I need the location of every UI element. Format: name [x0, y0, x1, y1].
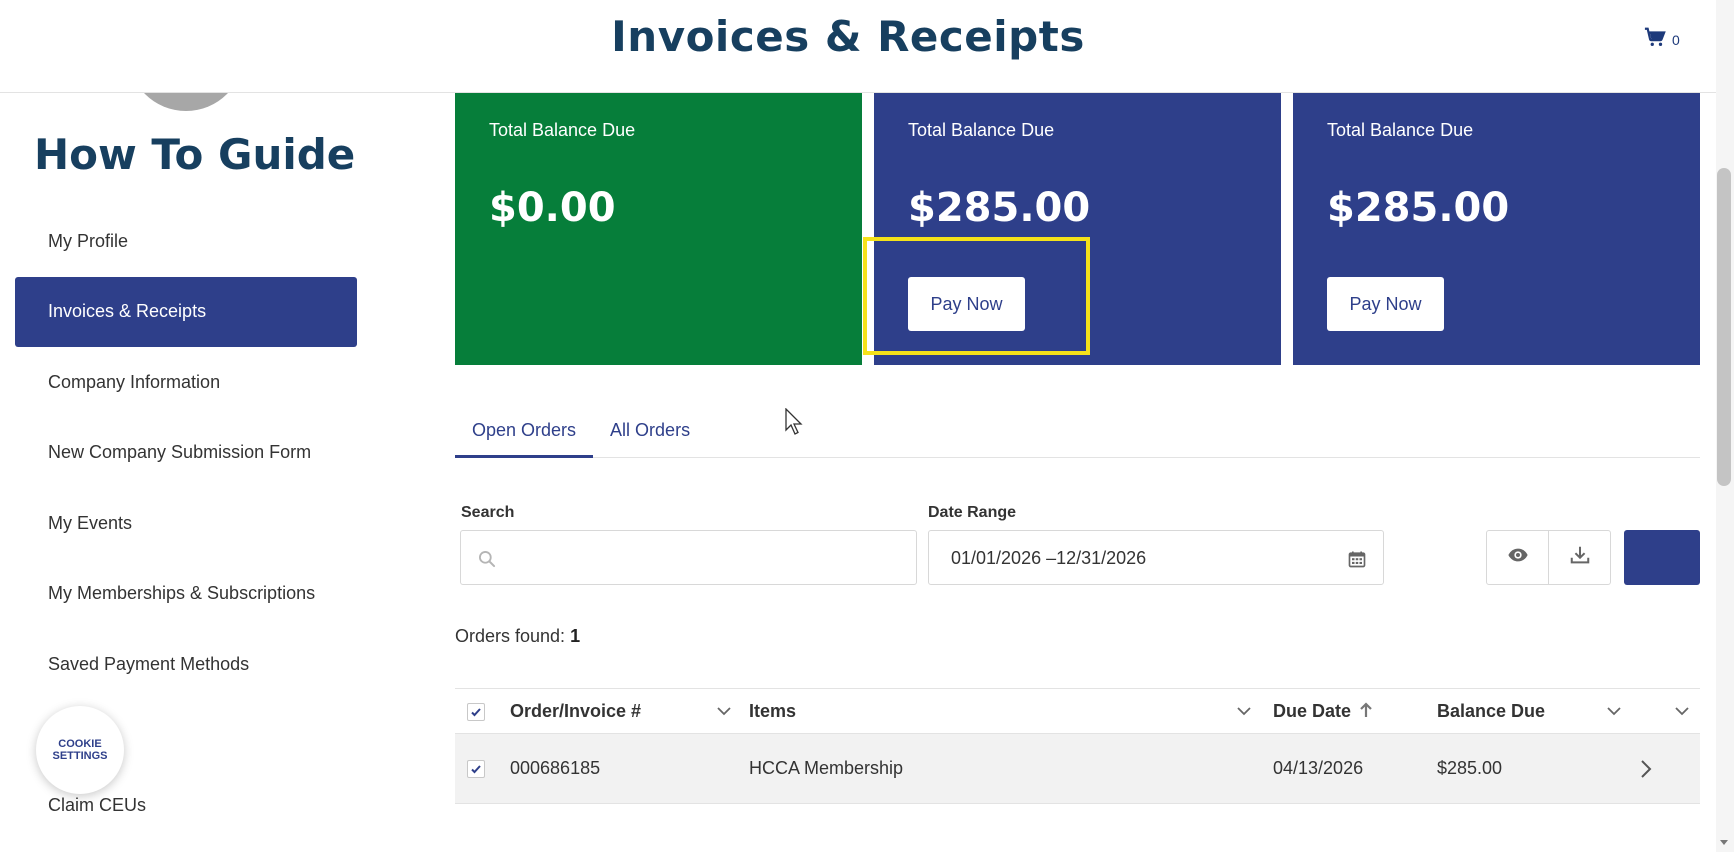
card-label: Total Balance Due	[489, 120, 636, 140]
scrollbar-thumb[interactable]	[1717, 168, 1731, 486]
sidebar-item-my-events[interactable]: My Events	[15, 488, 357, 559]
sidebar-item-my-profile[interactable]: My Profile	[15, 206, 357, 277]
check-icon	[471, 765, 481, 774]
sidebar-item-memberships-subscriptions[interactable]: My Memberships & Subscriptions	[15, 559, 357, 630]
sidebar-item-saved-payment-methods[interactable]: Saved Payment Methods	[15, 629, 357, 700]
orders-table: Order/Invoice # Items Due Date Balance D…	[455, 688, 1700, 804]
scroll-down-arrow-icon[interactable]	[1718, 836, 1730, 848]
cart-button[interactable]: 0	[1644, 26, 1680, 53]
date-range-field[interactable]: 01/01/2026 –12/31/2026	[928, 530, 1384, 585]
column-header-items[interactable]: Items	[749, 701, 796, 722]
row-checkbox[interactable]	[467, 760, 485, 778]
search-field[interactable]	[460, 530, 917, 585]
sidebar-item-invoices-receipts[interactable]: Invoices & Receipts	[15, 276, 357, 347]
pay-now-button[interactable]: Pay Now	[908, 277, 1025, 331]
chevron-down-icon[interactable]	[1673, 702, 1691, 720]
download-icon	[1569, 544, 1591, 571]
sidebar-item-new-company-submission-form[interactable]: New Company Submission Form	[15, 418, 357, 489]
check-icon	[471, 708, 481, 717]
cart-icon	[1644, 26, 1666, 53]
orders-found-label: Orders found:	[455, 626, 566, 646]
card-amount: $285.00	[908, 185, 1091, 231]
apply-button[interactable]	[1624, 530, 1700, 585]
chevron-down-icon[interactable]	[1605, 702, 1623, 720]
order-balance: $285.00	[1437, 758, 1503, 778]
table-header: Order/Invoice # Items Due Date Balance D…	[455, 688, 1700, 734]
sort-ascending-icon[interactable]	[1357, 701, 1375, 719]
view-button[interactable]	[1486, 530, 1549, 585]
page: Invoices & Receipts 0 How To Guide My Pr…	[0, 0, 1734, 852]
orders-found-count: 1	[570, 626, 581, 646]
column-header-balance-due[interactable]: Balance Due	[1437, 701, 1545, 722]
sidebar-item-company-information[interactable]: Company Information	[15, 347, 357, 418]
tab-open-orders[interactable]: Open Orders	[455, 406, 594, 458]
column-header-order[interactable]: Order/Invoice #	[510, 701, 641, 722]
cart-count: 0	[1672, 31, 1680, 48]
search-input[interactable]	[509, 531, 909, 584]
top-header: Invoices & Receipts 0	[0, 0, 1716, 93]
balance-card-3: Total Balance Due $285.00 Pay Now	[1293, 93, 1700, 365]
balance-card-1: Total Balance Due $0.00	[455, 93, 862, 365]
order-number: 000686185	[510, 758, 601, 778]
card-label: Total Balance Due	[908, 120, 1055, 140]
card-amount: $0.00	[489, 185, 616, 231]
orders-found: Orders found: 1	[455, 626, 580, 647]
date-range-value: 01/01/2026 –12/31/2026	[951, 548, 1147, 568]
cookie-settings-button[interactable]: COOKIE SETTINGS	[36, 706, 124, 794]
pay-now-button[interactable]: Pay Now	[1327, 277, 1444, 331]
column-header-due-date[interactable]: Due Date	[1273, 701, 1351, 722]
chevron-down-icon[interactable]	[1235, 702, 1253, 720]
page-title: Invoices & Receipts	[611, 12, 1085, 61]
card-label: Total Balance Due	[1327, 120, 1474, 140]
sidebar-title: How To Guide	[34, 130, 356, 179]
order-items: HCCA Membership	[749, 758, 904, 778]
balance-card-2: Total Balance Due $285.00 Pay Now	[874, 93, 1281, 365]
order-tabs: Open Orders All Orders	[455, 406, 1700, 458]
chevron-down-icon[interactable]	[715, 702, 733, 720]
search-label: Search	[461, 504, 515, 521]
eye-icon	[1507, 544, 1529, 571]
table-row[interactable]: 000686185 HCCA Membership 04/13/2026 $28…	[455, 734, 1700, 804]
card-amount: $285.00	[1327, 185, 1510, 231]
select-all-checkbox[interactable]	[467, 703, 485, 721]
download-button[interactable]	[1548, 530, 1611, 585]
chevron-right-icon[interactable]	[1635, 758, 1657, 780]
order-due-date: 04/13/2026	[1273, 758, 1364, 778]
date-range-label: Date Range	[928, 504, 1017, 521]
tab-all-orders[interactable]: All Orders	[593, 406, 707, 458]
